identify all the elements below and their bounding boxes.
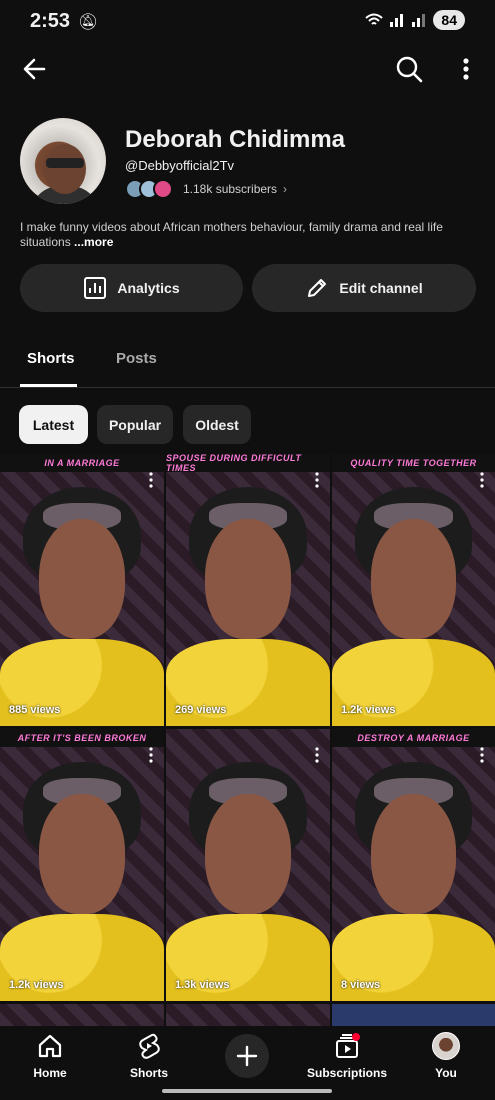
channel-avatar[interactable]	[20, 118, 106, 204]
status-bar: 2:53 🔕︎ 84	[0, 0, 495, 44]
short-tile[interactable]: spouse during difficult times 269 views	[166, 454, 330, 726]
analytics-icon	[84, 277, 107, 299]
channel-tabs: Shorts Posts	[0, 336, 495, 388]
mute-icon: 🔕︎	[78, 14, 99, 31]
signal-icon-2	[412, 14, 426, 27]
more-vert-icon[interactable]	[312, 747, 322, 763]
more-vert-icon[interactable]	[477, 472, 487, 488]
short-tile[interactable]: After it's been broken 1.2k views	[0, 729, 164, 1001]
chip-popular[interactable]: Popular	[97, 405, 173, 444]
short-tile[interactable]	[0, 1004, 164, 1026]
short-caption: After it's been broken	[0, 729, 164, 747]
signal-icon	[390, 14, 404, 27]
short-caption: Destroy a marriage	[332, 729, 495, 747]
short-caption: spouse during difficult times	[166, 454, 330, 473]
top-bar	[0, 50, 495, 90]
short-views: 1.2k views	[9, 979, 64, 991]
nav-home-label: Home	[33, 1066, 67, 1080]
nav-shorts[interactable]: Shorts	[104, 1032, 194, 1080]
nav-home[interactable]: Home	[5, 1032, 95, 1080]
more-vert-icon[interactable]	[146, 747, 156, 763]
short-views: 1.2k views	[341, 704, 396, 716]
edit-channel-button[interactable]: Edit channel	[252, 264, 476, 312]
short-tile[interactable]: 1.3k views	[166, 729, 330, 1001]
channel-description[interactable]: I make funny videos about African mother…	[20, 220, 480, 250]
short-tile[interactable]	[332, 1004, 495, 1026]
edit-channel-label: Edit channel	[339, 280, 423, 296]
short-views: 1.3k views	[175, 979, 230, 991]
more-vert-icon[interactable]	[146, 472, 156, 488]
shorts-icon	[139, 1033, 160, 1059]
more-vert-icon[interactable]	[312, 472, 322, 488]
nav-you[interactable]: You	[401, 1032, 491, 1080]
channel-handle: @Debbyofficial2Tv	[125, 158, 235, 173]
chip-latest[interactable]: Latest	[19, 405, 88, 444]
nav-subscriptions[interactable]: Subscriptions	[302, 1032, 392, 1080]
chevron-right-icon: ›	[283, 182, 288, 196]
plus-icon	[236, 1045, 258, 1067]
wifi-icon	[365, 13, 384, 25]
analytics-label: Analytics	[117, 280, 180, 296]
home-icon	[38, 1034, 62, 1058]
more-vert-icon[interactable]	[477, 747, 487, 763]
nav-you-label: You	[435, 1066, 457, 1080]
subscriptions-icon	[336, 1033, 360, 1058]
search-icon[interactable]	[394, 54, 424, 84]
short-caption: In a marriage	[0, 454, 164, 472]
more-link[interactable]: ...more	[74, 235, 113, 249]
short-tile[interactable]: In a marriage 885 views	[0, 454, 164, 726]
short-tile[interactable]: Destroy a marriage 8 views	[332, 729, 495, 1001]
short-views: 269 views	[175, 704, 227, 716]
status-icons: 84	[365, 10, 465, 30]
nav-shorts-label: Shorts	[129, 1066, 168, 1080]
active-tab-indicator	[20, 384, 77, 387]
battery-level: 84	[433, 10, 465, 30]
tab-shorts[interactable]: Shorts	[27, 350, 75, 367]
channel-name: Deborah Chidimma	[125, 126, 346, 153]
short-views: 8 views	[341, 979, 381, 991]
status-time: 2:53	[30, 10, 71, 32]
subscribers-row[interactable]: 1.18k subscribers ›	[125, 178, 287, 200]
subscriber-count: 1.18k subscribers	[183, 182, 278, 196]
back-arrow-icon[interactable]	[20, 54, 50, 84]
create-button[interactable]	[225, 1034, 269, 1078]
you-avatar	[432, 1032, 460, 1060]
nav-subscriptions-label: Subscriptions	[306, 1066, 387, 1080]
chip-oldest[interactable]: Oldest	[183, 405, 251, 444]
short-tile[interactable]	[166, 1004, 330, 1026]
analytics-button[interactable]: Analytics	[20, 264, 243, 312]
subscriber-avatar	[153, 179, 173, 199]
pencil-icon	[308, 279, 327, 297]
gesture-bar[interactable]	[162, 1089, 332, 1093]
short-caption: quality time together	[332, 454, 495, 472]
tab-posts[interactable]: Posts	[116, 350, 157, 367]
short-tile[interactable]: quality time together 1.2k views	[332, 454, 495, 726]
more-vert-icon[interactable]	[454, 54, 478, 84]
short-views: 885 views	[9, 704, 61, 716]
